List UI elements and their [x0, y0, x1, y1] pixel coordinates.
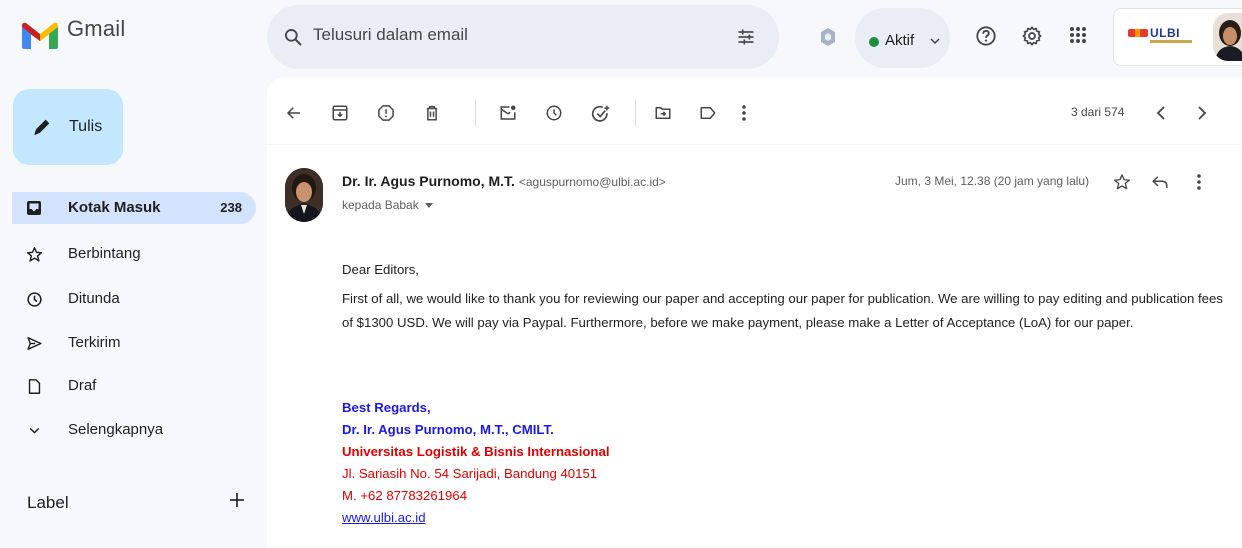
back-arrow-icon[interactable]	[285, 104, 303, 122]
sender-line: Dr. Ir. Agus Purnomo, M.T. <aguspurnomo@…	[342, 173, 666, 189]
sidebar-item-label: Kotak Masuk	[68, 199, 161, 216]
add-task-icon[interactable]	[591, 104, 611, 124]
status-selector[interactable]: Aktif	[855, 8, 950, 68]
move-to-icon[interactable]	[654, 104, 672, 122]
signature-institution: Universitas Logistik & Bisnis Internasio…	[342, 444, 610, 459]
compose-button[interactable]: Tulis	[13, 89, 123, 165]
search-options-icon[interactable]	[736, 27, 756, 47]
chevron-left-icon[interactable]	[1153, 104, 1169, 122]
email-body-paragraph: First of all, we would like to thank you…	[342, 291, 1223, 330]
toolbar-divider	[635, 100, 636, 126]
add-label-icon[interactable]	[228, 491, 246, 509]
sidebar-item-label: Draf	[68, 377, 97, 394]
sidebar-item-starred[interactable]: Berbintang	[12, 238, 256, 270]
reply-icon[interactable]	[1151, 174, 1169, 190]
pagination-text: 3 dari 574	[1071, 105, 1125, 119]
draft-icon	[26, 378, 43, 395]
signature-website-link[interactable]: www.ulbi.ac.id	[342, 507, 426, 529]
labels-heading: Label	[27, 493, 69, 512]
delete-icon[interactable]	[423, 104, 441, 122]
mark-unread-icon[interactable]	[499, 104, 517, 122]
unread-count-badge: 238	[220, 200, 242, 215]
sidebar-item-more[interactable]: Selengkapnya	[12, 414, 256, 446]
pencil-icon	[31, 116, 53, 138]
signature-phone: M. +62 87783261964	[342, 488, 468, 503]
label-icon[interactable]	[699, 104, 717, 122]
sidebar-item-label: Ditunda	[68, 290, 120, 307]
archive-icon[interactable]	[331, 104, 349, 122]
org-tagline-bar	[1150, 40, 1192, 43]
email-view: 3 dari 574 Dr. Ir. Agus Purnomo, M.T. <a…	[267, 78, 1242, 548]
sidebar-item-drafts[interactable]: Draf	[12, 370, 256, 402]
inbox-icon	[26, 200, 42, 216]
gear-icon[interactable]	[1021, 25, 1043, 47]
chevron-down-icon	[26, 422, 43, 439]
sidebar-item-sent[interactable]: Terkirim	[12, 327, 256, 359]
recipient-text: kepada Babak	[342, 198, 419, 212]
message-more-icon[interactable]	[1196, 173, 1202, 191]
send-icon	[26, 335, 43, 352]
report-spam-icon[interactable]	[377, 104, 395, 122]
apps-grid-icon[interactable]	[1068, 25, 1088, 45]
sender-email: <aguspurnomo@ulbi.ac.id>	[518, 175, 666, 189]
account-avatar[interactable]	[1213, 13, 1242, 61]
sidebar-item-snoozed[interactable]: Ditunda	[12, 283, 256, 315]
toolbar-divider	[475, 100, 476, 126]
status-dot	[869, 37, 879, 47]
chevron-right-icon[interactable]	[1194, 104, 1210, 122]
signature-name: Dr. Ir. Agus Purnomo, M.T., CMILT.	[342, 422, 554, 437]
sidebar-item-label: Selengkapnya	[68, 421, 164, 438]
sidebar-item-label: Berbintang	[68, 245, 141, 262]
more-options-icon[interactable]	[741, 104, 747, 122]
toolbar-bottom-divider	[267, 144, 1242, 145]
sidebar-item-inbox[interactable]: Kotak Masuk 238	[12, 192, 256, 224]
sender-name[interactable]: Dr. Ir. Agus Purnomo, M.T.	[342, 173, 515, 189]
search-input[interactable]: Telusuri dalam email	[313, 25, 468, 45]
sidebar-item-label: Terkirim	[68, 334, 121, 351]
caret-down-icon[interactable]	[425, 202, 434, 209]
email-greeting: Dear Editors,	[342, 262, 419, 277]
help-icon[interactable]	[975, 25, 997, 47]
compose-label: Tulis	[69, 118, 103, 135]
star-icon	[26, 246, 43, 263]
recipient-line[interactable]: kepada Babak	[342, 198, 434, 212]
org-name: ULBI	[1150, 26, 1180, 40]
signature-address: Jl. Sariasih No. 54 Sarijadi, Bandung 40…	[342, 466, 598, 481]
star-icon[interactable]	[1113, 173, 1131, 191]
snooze-icon[interactable]	[545, 104, 563, 122]
app-name[interactable]: Gmail	[67, 16, 125, 42]
search-bar[interactable]: Telusuri dalam email	[267, 5, 779, 69]
status-label: Aktif	[885, 32, 915, 49]
gemini-icon[interactable]	[820, 28, 836, 46]
signature-closing: Best Regards,	[342, 400, 431, 415]
chevron-down-icon	[930, 37, 940, 45]
clock-icon	[26, 291, 43, 308]
account-card[interactable]: ULBI	[1113, 8, 1242, 66]
sender-avatar[interactable]	[285, 168, 323, 222]
search-icon[interactable]	[283, 27, 303, 47]
gmail-logo-icon[interactable]	[22, 22, 58, 49]
org-logo-icon	[1128, 26, 1148, 40]
email-date: Jum, 3 Mei, 12.38 (20 jam yang lalu)	[895, 174, 1090, 188]
